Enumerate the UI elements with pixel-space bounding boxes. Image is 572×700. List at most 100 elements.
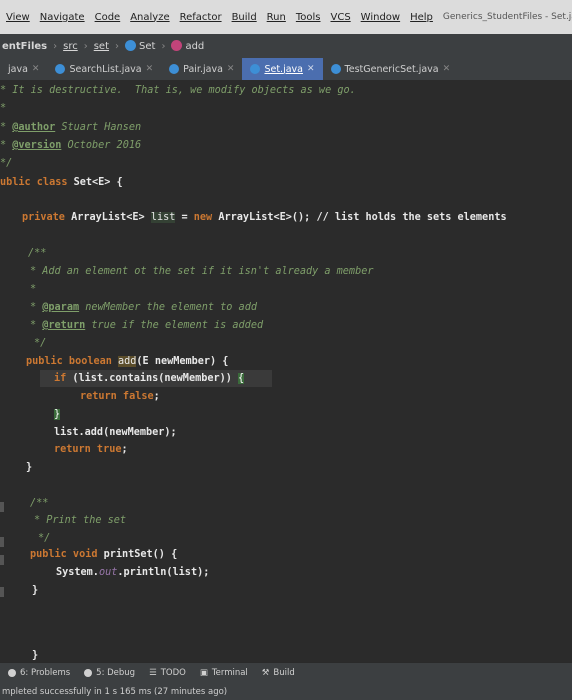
menu-run[interactable]: Run <box>267 12 286 23</box>
code-text: } <box>32 585 39 596</box>
close-icon[interactable]: ✕ <box>443 64 451 74</box>
problems-button[interactable]: 6: Problems <box>8 668 70 678</box>
method-name-highlight: add <box>118 356 137 367</box>
code-line: } <box>54 407 61 423</box>
todo-button[interactable]: ☰ TODO <box>149 668 186 678</box>
menu-build[interactable]: Build <box>232 12 257 23</box>
keyword: public boolean <box>26 356 119 367</box>
code-line: return true; <box>54 442 128 458</box>
fold-marker[interactable] <box>0 587 4 597</box>
code-line: */ <box>38 531 50 547</box>
menu-tools[interactable]: Tools <box>296 12 321 23</box>
chevron-right-icon: › <box>53 40 58 52</box>
status-message: mpleted successfully in 1 s 165 ms (27 m… <box>2 686 228 697</box>
keyword: ublic class <box>0 177 74 188</box>
status-bar: mpleted successfully in 1 s 165 ms (27 m… <box>0 683 572 700</box>
build-button[interactable]: ⚒ Build <box>262 668 295 678</box>
code-line: * Print the set <box>34 513 126 529</box>
tab-java[interactable]: java ✕ <box>0 58 47 80</box>
method-icon <box>171 40 183 51</box>
breadcrumb-src[interactable]: src <box>63 41 78 52</box>
doc-comment: October 2016 <box>61 140 142 151</box>
keyword: return true <box>54 444 122 455</box>
doc-comment: */ <box>0 158 13 169</box>
keyword: public void <box>30 549 104 560</box>
code-line: public boolean add(E newMember) { <box>26 354 228 370</box>
editor-tabs: java ✕ SearchList.java ✕ Pair.java ✕ Set… <box>0 58 572 81</box>
code-line: System.out.println(list); <box>56 565 209 581</box>
brace-match: } <box>54 409 61 420</box>
menu-view[interactable]: View <box>6 12 30 23</box>
code-line: private ArrayList<E> list = new ArrayLis… <box>22 210 507 226</box>
code-line: /** <box>28 246 46 262</box>
problems-icon <box>8 669 16 677</box>
code-line: * @version October 2016 <box>0 140 142 151</box>
close-icon[interactable]: ✕ <box>227 64 235 74</box>
code-editor[interactable]: * It is destructive. That is, we modify … <box>0 80 572 662</box>
tab-label: java <box>8 63 28 75</box>
class-icon <box>125 40 137 51</box>
keyword: new <box>193 212 219 223</box>
code-text: list.add(newMember); <box>54 427 177 438</box>
menu-navigate[interactable]: Navigate <box>40 12 85 23</box>
tab-searchlist[interactable]: SearchList.java ✕ <box>47 58 161 80</box>
close-icon[interactable]: ✕ <box>307 64 315 74</box>
breadcrumb-method[interactable]: add <box>171 40 204 52</box>
code-line: * @param newMember the element to add <box>30 302 257 313</box>
tool-label: Build <box>273 668 295 678</box>
doc-comment: */ <box>38 533 51 544</box>
menu-help[interactable]: Help <box>410 12 433 23</box>
code-line: if (list.contains(newMember)) { <box>54 371 245 387</box>
close-icon[interactable]: ✕ <box>146 64 154 74</box>
terminal-icon: ▣ <box>199 668 208 678</box>
close-icon[interactable]: ✕ <box>32 64 40 74</box>
code-text: ArrayList<E> <box>71 212 151 223</box>
tool-label: 6: Problems <box>20 668 71 678</box>
code-line: return false; <box>80 389 160 405</box>
code-line: * <box>0 101 6 117</box>
terminal-button[interactable]: ▣ Terminal <box>200 668 248 678</box>
chevron-right-icon: › <box>161 40 166 52</box>
menu-code[interactable]: Code <box>95 12 121 23</box>
tab-testgenericset[interactable]: TestGenericSet.java ✕ <box>323 58 459 80</box>
debug-button[interactable]: 5: Debug <box>84 668 135 678</box>
doc-comment: Stuart Hansen <box>55 122 142 133</box>
static-field: out <box>98 567 118 578</box>
tab-pair[interactable]: Pair.java ✕ <box>161 58 242 80</box>
fold-marker[interactable] <box>0 502 4 512</box>
javadoc-tag: @return <box>42 320 86 331</box>
breadcrumb-package[interactable]: set <box>94 41 109 52</box>
field-highlight: list <box>150 212 176 223</box>
breadcrumb-class[interactable]: Set <box>125 40 155 52</box>
list-icon: ☰ <box>149 668 157 678</box>
breadcrumb-project[interactable]: entFiles <box>2 41 47 52</box>
class-icon <box>330 64 341 74</box>
code-text: ; <box>121 444 128 455</box>
doc-comment: newMember the element to add <box>79 302 257 313</box>
class-icon <box>169 64 180 74</box>
code-text: (list.contains(newMember)) <box>72 373 239 384</box>
tab-set[interactable]: Set.java ✕ <box>242 58 323 80</box>
menu-analyze[interactable]: Analyze <box>130 12 169 23</box>
code-text: (E newMember) { <box>136 356 229 367</box>
javadoc-tag: @param <box>42 302 80 313</box>
tab-label: SearchList.java <box>69 63 142 75</box>
doc-comment: true if the element is added <box>85 320 264 331</box>
menu-refactor[interactable]: Refactor <box>180 12 222 23</box>
code-text: Set<E> { <box>73 177 123 188</box>
menu-window[interactable]: Window <box>361 12 400 23</box>
doc-comment: * Add an element ot the set if it isn't … <box>30 266 374 277</box>
menu-vcs[interactable]: VCS <box>331 12 351 23</box>
fold-marker[interactable] <box>0 537 4 547</box>
fold-marker[interactable] <box>0 555 4 565</box>
javadoc-tag: @author <box>12 122 56 133</box>
doc-comment: /** <box>30 498 49 509</box>
breadcrumb: entFiles › src › set › Set › add <box>0 34 572 58</box>
code-line: } <box>32 648 38 662</box>
code-line: /** <box>30 496 48 512</box>
doc-comment: */ <box>34 338 47 349</box>
breadcrumb-class-label: Set <box>139 41 156 52</box>
doc-comment: * It is destructive. That is, we modify … <box>0 85 356 96</box>
code-text: ; <box>153 391 160 402</box>
code-line: * @return true if the element is added <box>30 320 264 331</box>
